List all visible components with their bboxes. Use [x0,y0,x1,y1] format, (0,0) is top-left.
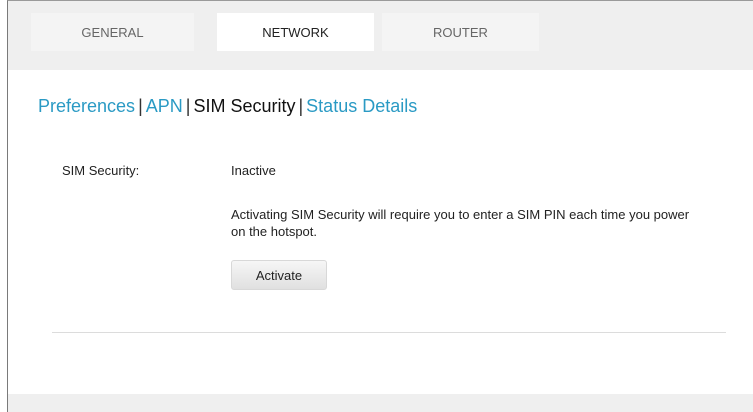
subnav-separator: | [138,96,143,116]
tab-network[interactable]: NETWORK [217,13,374,51]
subnav-preferences-link[interactable]: Preferences [38,96,135,116]
tab-general[interactable]: GENERAL [31,13,194,51]
subnav-status-details-link[interactable]: Status Details [306,96,417,116]
tab-router[interactable]: ROUTER [382,13,539,51]
main-tabs: GENERAL NETWORK ROUTER [8,13,539,51]
activate-button[interactable]: Activate [231,260,327,290]
sim-security-status: Inactive [231,163,276,178]
subnav-separator: | [185,96,191,116]
sim-security-description: Activating SIM Security will require you… [231,207,690,239]
content-panel: Preferences | APN | SIM Security | Status Deta… [8,70,753,394]
subnav-separator: | [298,96,304,116]
subnav: Preferences | APN | SIM Security | Status Deta… [38,96,417,117]
sim-security-label: SIM Security: [62,163,140,178]
subnav-apn-link[interactable]: APN [146,96,183,116]
divider [52,332,726,333]
subnav-sim-security-current: SIM Security [193,96,296,116]
browser-frame: GENERAL NETWORK ROUTER Preferences | APN | S… [7,0,753,412]
